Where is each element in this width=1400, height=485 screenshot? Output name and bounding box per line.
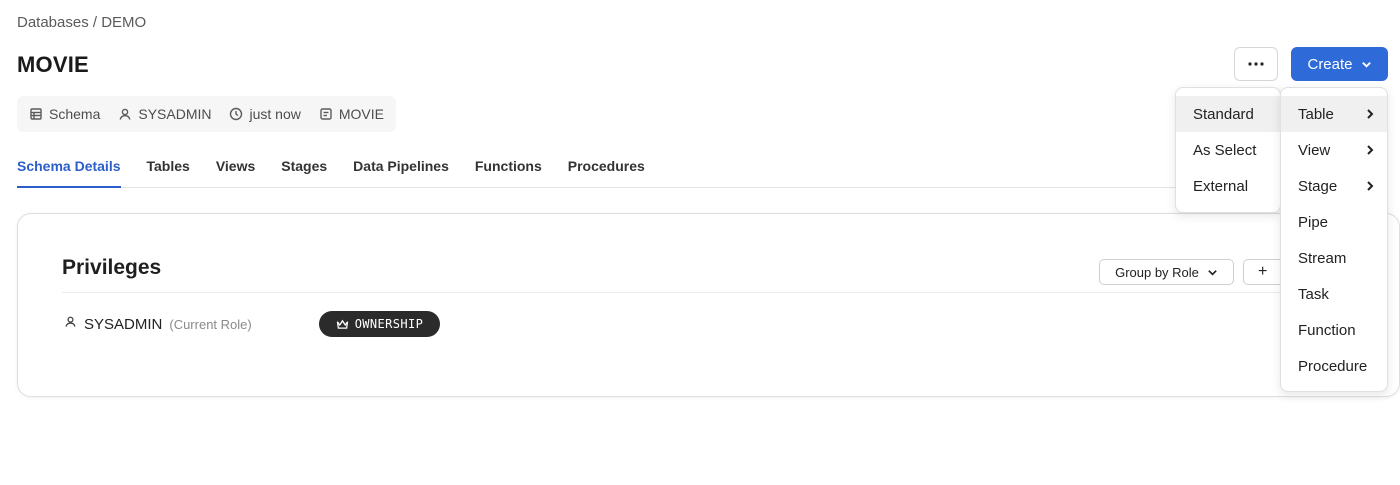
privileges-title: Privileges xyxy=(62,256,162,279)
divider xyxy=(62,292,1322,293)
group-by-role-button[interactable]: Group by Role xyxy=(1099,259,1234,285)
meta-type-label: Schema xyxy=(49,106,101,122)
privilege-row: SYSADMIN (Current Role) xyxy=(64,315,252,333)
chevron-down-icon xyxy=(1208,269,1217,276)
submenu-item-standard[interactable]: Standard xyxy=(1176,96,1280,132)
tab-procedures[interactable]: Procedures xyxy=(568,157,645,188)
role-name: SYSADMIN xyxy=(84,315,163,333)
tab-bar: Schema Details Tables Views Stages Data … xyxy=(17,157,1283,188)
menu-item-view-label: View xyxy=(1298,141,1331,159)
submenu-item-as-select[interactable]: As Select xyxy=(1176,132,1280,168)
clock-icon xyxy=(230,107,243,121)
chevron-right-icon xyxy=(1367,145,1374,155)
menu-item-function[interactable]: Function xyxy=(1281,312,1387,348)
create-button[interactable]: Create xyxy=(1291,47,1388,81)
meta-type: Schema xyxy=(29,106,100,122)
tab-data-pipelines[interactable]: Data Pipelines xyxy=(353,157,449,188)
chevron-right-icon xyxy=(1367,109,1374,119)
menu-item-stage-label: Stage xyxy=(1298,177,1338,195)
more-actions-button[interactable] xyxy=(1234,47,1278,81)
ownership-label: OWNERSHIP xyxy=(354,317,424,331)
privileges-card: Privileges Group by Role + SYSADMIN (Cur… xyxy=(17,213,1400,397)
create-label: Create xyxy=(1307,55,1353,73)
submenu-item-external[interactable]: External xyxy=(1176,168,1280,204)
user-icon xyxy=(64,315,77,333)
menu-item-table[interactable]: Table xyxy=(1281,96,1387,132)
schema-meta-bar: Schema SYSADMIN just now MOVIE xyxy=(17,96,396,132)
menu-item-stream[interactable]: Stream xyxy=(1281,240,1387,276)
group-by-role-label: Group by Role xyxy=(1115,264,1199,280)
breadcrumb[interactable]: Databases / DEMO xyxy=(17,14,146,31)
meta-updated: just now xyxy=(229,106,301,122)
tab-views[interactable]: Views xyxy=(216,157,255,188)
meta-owner: SYSADMIN xyxy=(118,106,211,122)
plus-icon: + xyxy=(1258,263,1268,280)
tab-schema-details[interactable]: Schema Details xyxy=(17,157,121,188)
database-icon xyxy=(320,108,332,120)
menu-item-table-label: Table xyxy=(1298,105,1334,123)
meta-database-label: MOVIE xyxy=(338,106,384,122)
tab-tables[interactable]: Tables xyxy=(147,157,190,188)
menu-item-procedure[interactable]: Procedure xyxy=(1281,348,1387,384)
schema-icon xyxy=(30,108,42,120)
crown-icon xyxy=(336,319,348,329)
ownership-badge: OWNERSHIP xyxy=(319,311,440,337)
table-submenu: Standard As Select External xyxy=(1175,87,1281,213)
more-icon xyxy=(1248,62,1264,66)
chevron-down-icon xyxy=(1361,61,1371,68)
tab-stages[interactable]: Stages xyxy=(281,157,327,188)
meta-owner-label: SYSADMIN xyxy=(138,106,212,122)
page-title: MOVIE xyxy=(17,52,89,77)
meta-database: MOVIE xyxy=(319,106,384,122)
create-menu: Table View Stage Pipe Stream Task Functi… xyxy=(1280,87,1388,392)
menu-item-view[interactable]: View xyxy=(1281,132,1387,168)
current-role-note: (Current Role) xyxy=(169,316,252,332)
menu-item-task[interactable]: Task xyxy=(1281,276,1387,312)
tab-functions[interactable]: Functions xyxy=(475,157,542,188)
chevron-right-icon xyxy=(1367,181,1374,191)
meta-updated-label: just now xyxy=(249,106,301,122)
menu-item-pipe[interactable]: Pipe xyxy=(1281,204,1387,240)
menu-item-stage[interactable]: Stage xyxy=(1281,168,1387,204)
user-icon xyxy=(119,108,131,120)
